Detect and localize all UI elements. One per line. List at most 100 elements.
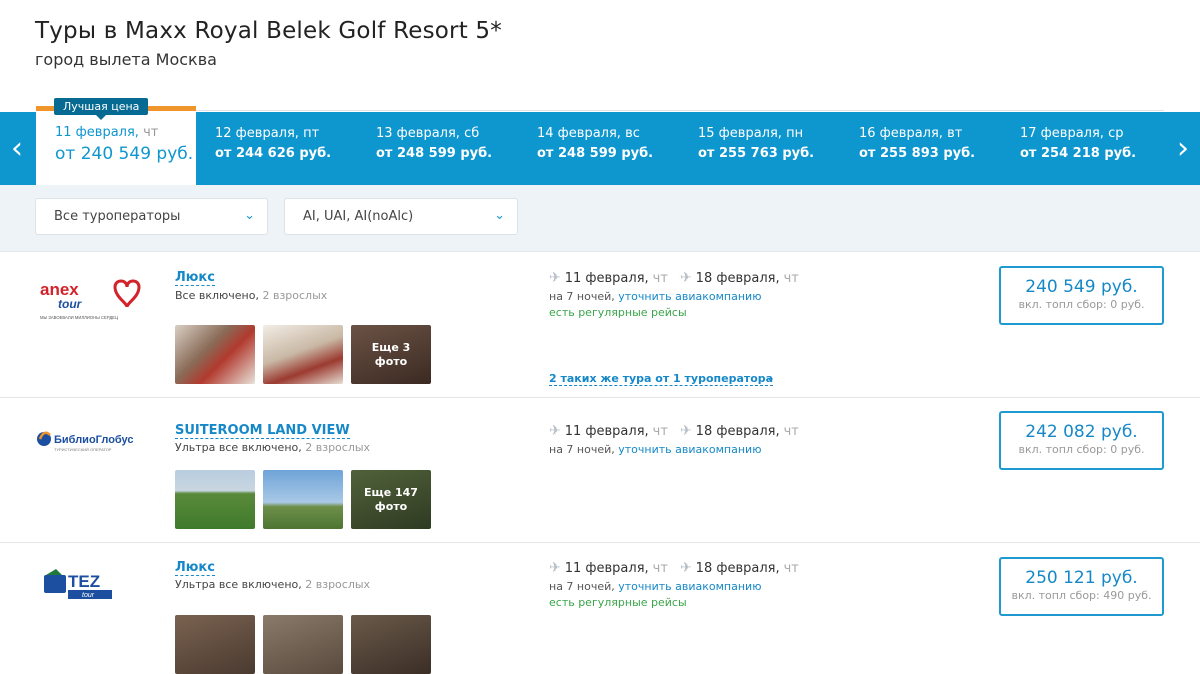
- airline-link[interactable]: уточнить авиакомпанию: [618, 580, 761, 593]
- date-tab[interactable]: 13 февраля, сб от 248 599 руб.: [357, 112, 518, 185]
- chevron-left-icon: ‹: [11, 130, 23, 166]
- weekday-label: ср: [1103, 126, 1124, 141]
- airline-link[interactable]: уточнить авиакомпанию: [618, 443, 761, 456]
- date-tab-selected[interactable]: 11 февраля, чт от 240 549 руб.: [36, 106, 196, 186]
- offer-row: БиблиоГлобус ТУРИСТИЧЕСКИЙ ОПЕРАТОР SUIT…: [0, 398, 1200, 543]
- more-photos-count: Еще 147: [364, 485, 418, 499]
- hotel-photo[interactable]: [175, 470, 255, 529]
- chevron-right-icon: ›: [1177, 130, 1189, 166]
- return-date: 18 февраля,: [695, 423, 780, 439]
- date-tab[interactable]: 14 февраля, вс от 248 599 руб.: [518, 112, 679, 185]
- chevron-down-icon: ⌄: [244, 208, 255, 223]
- hotel-photo[interactable]: [351, 615, 431, 674]
- offer-row: anex tour МЫ ЗАВОЕВАЛИ МИЛЛИОНЫ СЕРДЕЦ Л…: [0, 253, 1200, 398]
- logo-slogan: МЫ ЗАВОЕВАЛИ МИЛЛИОНЫ СЕРДЕЦ: [40, 315, 119, 320]
- more-photos-word: фото: [374, 499, 408, 513]
- meal-info: Все включено, 2 взрослых: [175, 289, 327, 302]
- nights-info: на 7 ночей, уточнить авиакомпанию: [549, 580, 761, 593]
- flight-dates: ✈ 11 февраля, чт ✈ 18 февраля, чт: [549, 270, 799, 286]
- plane-icon: ✈: [549, 560, 561, 576]
- operator-logo: БиблиоГлобус ТУРИСТИЧЕСКИЙ ОПЕРАТОР: [36, 415, 146, 465]
- price-value: 250 121 руб.: [1025, 568, 1138, 588]
- date-label: 15 февраля,: [698, 126, 782, 141]
- nights-info: на 7 ночей, уточнить авиакомпанию: [549, 443, 761, 456]
- date-label: 17 февраля,: [1020, 126, 1104, 141]
- chevron-down-icon[interactable]: ⌄: [766, 371, 775, 384]
- flight-dates: ✈ 11 февраля, чт ✈ 18 февраля, чт: [549, 560, 799, 576]
- date-tab[interactable]: 16 февраля, вт от 255 893 руб.: [840, 112, 1001, 185]
- flight-dates: ✈ 11 февраля, чт ✈ 18 февраля, чт: [549, 423, 799, 439]
- more-photos-button[interactable]: Еще 3 фото: [351, 325, 431, 384]
- fuel-fee: вкл. топл сбор: 490 руб.: [1011, 589, 1152, 602]
- date-label: 11 февраля,: [55, 125, 139, 140]
- date-tab[interactable]: 15 февраля, пн от 255 763 руб.: [679, 112, 840, 185]
- logo-text: БиблиоГлобус: [54, 434, 134, 446]
- price-button[interactable]: 250 121 руб. вкл. топл сбор: 490 руб.: [999, 557, 1164, 616]
- hotel-photo[interactable]: [263, 470, 343, 529]
- departure-date: 11 февраля,: [564, 270, 649, 286]
- operator-select[interactable]: Все туроператоры ⌄: [35, 198, 268, 235]
- same-tours-link[interactable]: 2 таких же тура от 1 туроператора: [549, 372, 774, 386]
- chevron-down-icon: ⌄: [494, 208, 505, 223]
- filters-bar: Все туроператоры ⌄ AI, UAI, AI(noAlc) ⌄: [0, 185, 1200, 252]
- departure-weekday: чт: [652, 560, 668, 576]
- plane-icon: ✈: [679, 560, 692, 576]
- regular-flights-label: есть регулярные рейсы: [549, 596, 687, 609]
- page-header: Туры в Maxx Royal Belek Golf Resort 5* г…: [35, 18, 502, 69]
- date-tab[interactable]: 12 февраля, пт от 244 626 руб.: [196, 112, 357, 185]
- plane-icon: ✈: [679, 423, 692, 439]
- room-link[interactable]: Люкс: [175, 270, 215, 286]
- date-label: 13 февраля,: [376, 126, 460, 141]
- return-weekday: чт: [783, 270, 799, 286]
- more-photos-word: фото: [374, 354, 408, 368]
- weekday-label: вс: [620, 126, 640, 141]
- meal-label: Ультра все включено,: [175, 578, 302, 591]
- plane-icon: ✈: [679, 270, 692, 286]
- room-link[interactable]: Люкс: [175, 560, 215, 576]
- date-price: от 248 599 руб.: [537, 146, 654, 161]
- departure-date: 11 февраля,: [564, 560, 649, 576]
- hotel-photo[interactable]: [263, 325, 343, 384]
- logo-slogan: ТУРИСТИЧЕСКИЙ ОПЕРАТОР: [54, 447, 112, 452]
- date-price: от 240 549 руб.: [55, 144, 194, 164]
- price-button[interactable]: 240 549 руб. вкл. топл сбор: 0 руб.: [999, 266, 1164, 325]
- nights-label: на 7 ночей,: [549, 290, 615, 303]
- room-link[interactable]: SUITEROOM LAND VIEW: [175, 423, 350, 439]
- price-button[interactable]: 242 082 руб. вкл. топл сбор: 0 руб.: [999, 411, 1164, 470]
- airline-link[interactable]: уточнить авиакомпанию: [618, 290, 761, 303]
- more-photos-button[interactable]: Еще 147 фото: [351, 470, 431, 529]
- offer-row: TEZ tour Люкс Ультра все включено, 2 взр…: [0, 543, 1200, 674]
- date-label: 14 февраля,: [537, 126, 621, 141]
- logo-text-2: tour: [82, 592, 95, 599]
- regular-flights-label: есть регулярные рейсы: [549, 306, 687, 319]
- page-title: Туры в Maxx Royal Belek Golf Resort 5*: [35, 18, 502, 44]
- divider: [196, 110, 1164, 111]
- guests-label: 2 взрослых: [301, 578, 371, 591]
- meal-label: Все включено,: [175, 289, 259, 302]
- meal-info: Ультра все включено, 2 взрослых: [175, 441, 370, 454]
- photo-strip: Еще 3 фото: [175, 325, 431, 384]
- fuel-fee: вкл. топл сбор: 0 руб.: [1018, 443, 1145, 456]
- departure-weekday: чт: [652, 423, 668, 439]
- best-price-badge: Лучшая цена: [54, 98, 149, 120]
- date-price: от 248 599 руб.: [376, 146, 493, 161]
- nights-info: на 7 ночей, уточнить авиакомпанию: [549, 290, 761, 303]
- hotel-photo[interactable]: [175, 325, 255, 384]
- date-price: от 255 763 руб.: [698, 146, 815, 161]
- hotel-photo[interactable]: [263, 615, 343, 674]
- prev-dates-button[interactable]: ‹: [0, 112, 34, 185]
- departure-date: 11 февраля,: [564, 423, 649, 439]
- nights-label: на 7 ночей,: [549, 580, 615, 593]
- date-tab[interactable]: 17 февраля, ср от 254 218 руб.: [1001, 112, 1162, 185]
- date-price: от 254 218 руб.: [1020, 146, 1137, 161]
- date-price: от 255 893 руб.: [859, 146, 976, 161]
- operator-logo: anex tour МЫ ЗАВОЕВАЛИ МИЛЛИОНЫ СЕРДЕЦ: [36, 273, 146, 323]
- meal-select[interactable]: AI, UAI, AI(noAlc) ⌄: [284, 198, 518, 235]
- photo-strip: [175, 615, 431, 674]
- return-date: 18 февраля,: [695, 560, 780, 576]
- plane-icon: ✈: [549, 423, 561, 439]
- date-label: 12 февраля,: [215, 126, 299, 141]
- next-dates-button[interactable]: ›: [1166, 112, 1200, 185]
- operator-select-value: Все туроператоры: [54, 209, 181, 224]
- hotel-photo[interactable]: [175, 615, 255, 674]
